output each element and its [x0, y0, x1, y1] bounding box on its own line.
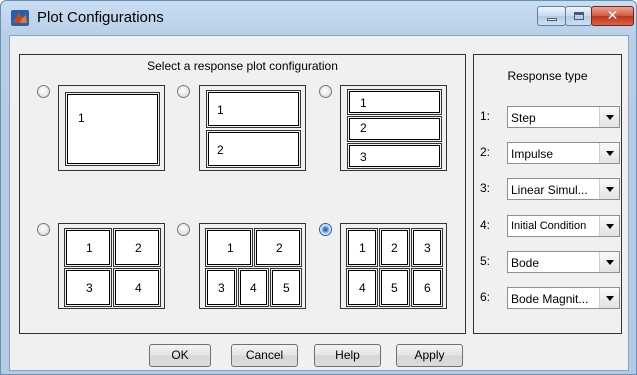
cell-label: 3	[424, 241, 431, 255]
chevron-down-icon[interactable]	[599, 288, 619, 308]
cell-label: 3	[218, 281, 225, 295]
config-radio-3[interactable]	[319, 85, 332, 98]
response-row-number: 2:	[480, 145, 491, 159]
response-select-value: Bode Magnit...	[511, 292, 589, 306]
config-radio-6[interactable]	[319, 223, 332, 236]
chevron-down-icon[interactable]	[599, 143, 619, 163]
response-select-3[interactable]: Linear Simul...	[507, 178, 620, 200]
plot-cell: 2	[115, 230, 159, 265]
plot-cell: 4	[240, 270, 267, 305]
cell-label: 1	[227, 241, 234, 255]
plot-cell: 1	[349, 91, 440, 113]
response-select-value: Bode	[511, 256, 540, 270]
plot-cell: 3	[207, 270, 235, 305]
response-select-5[interactable]: Bode	[507, 251, 620, 273]
response-row-number: 1:	[480, 109, 491, 123]
matlab-logo-icon	[11, 10, 29, 26]
plot-cell: 2	[381, 230, 408, 265]
config-preview-6[interactable]: 1 2 3 4 5 6	[340, 223, 447, 309]
config-radio-4[interactable]	[37, 223, 50, 236]
config-radio-2[interactable]	[177, 85, 190, 98]
cell-label: 4	[250, 281, 257, 295]
plot-cell: 3	[66, 270, 110, 305]
chevron-down-icon[interactable]	[599, 107, 619, 127]
response-select-value: Impulse	[511, 147, 554, 161]
configuration-panel: Select a response plot configuration 1 1…	[19, 54, 466, 334]
maximize-icon	[574, 12, 584, 20]
cell-label: 2	[360, 121, 367, 135]
cell-label: 1	[217, 103, 224, 117]
minimize-button[interactable]	[537, 6, 566, 26]
help-button[interactable]: Help	[314, 344, 381, 367]
plot-cell: 4	[115, 270, 159, 305]
response-select-value: Step	[511, 111, 536, 125]
plot-cell: 4	[348, 270, 376, 305]
response-row-number: 6:	[480, 290, 491, 304]
config-radio-1[interactable]	[37, 85, 50, 98]
close-icon: ✕	[606, 8, 619, 24]
cell-label: 2	[135, 241, 142, 255]
title-bar[interactable]: Plot Configurations ✕	[1, 1, 636, 35]
cell-label: 2	[217, 143, 224, 157]
response-select-6[interactable]: Bode Magnit...	[507, 287, 620, 309]
plot-cell: 1	[66, 230, 110, 265]
plot-cell: 3	[349, 145, 440, 167]
plot-cell: 1	[207, 230, 251, 265]
cell-label: 2	[391, 241, 398, 255]
cell-label: 2	[276, 241, 283, 255]
response-select-1[interactable]: Step	[507, 106, 620, 128]
ok-button[interactable]: OK	[149, 344, 211, 367]
chevron-down-icon[interactable]	[599, 252, 619, 272]
plot-cell: 3	[413, 230, 441, 265]
configuration-panel-title: Select a response plot configuration	[147, 59, 338, 73]
plot-cell: 2	[256, 230, 300, 265]
plot-cell: 2	[208, 132, 299, 166]
config-radio-5[interactable]	[177, 223, 190, 236]
plot-cell: 2	[349, 118, 440, 140]
window-title: Plot Configurations	[37, 9, 164, 26]
response-row-number: 4:	[480, 218, 491, 232]
maximize-button[interactable]	[565, 6, 592, 26]
cancel-button[interactable]: Cancel	[231, 344, 298, 367]
config-preview-3[interactable]: 1 2 3	[340, 85, 447, 171]
cell-label: 1	[86, 241, 93, 255]
plot-cell: 1	[67, 94, 158, 164]
plot-cell: 1	[348, 230, 376, 265]
response-type-panel: Response type 1: Step 2: Impulse 3: Line…	[473, 54, 622, 334]
cell-label: 6	[424, 281, 431, 295]
response-row-number: 3:	[480, 181, 491, 195]
chevron-down-icon[interactable]	[599, 216, 619, 236]
cell-label: 1	[359, 241, 366, 255]
config-preview-2[interactable]: 1 2	[199, 85, 306, 171]
plot-cell: 1	[208, 92, 299, 126]
response-select-4[interactable]: Initial Condition	[507, 215, 620, 237]
response-select-value: Initial Condition	[511, 220, 587, 232]
plot-cell: 6	[413, 270, 441, 305]
cell-label: 3	[86, 281, 93, 295]
cell-label: 1	[360, 96, 367, 110]
response-select-2[interactable]: Impulse	[507, 142, 620, 164]
cell-label: 4	[359, 281, 366, 295]
config-preview-4[interactable]: 1 2 3 4	[58, 223, 165, 309]
response-row-number: 5:	[480, 254, 491, 268]
cell-label: 5	[391, 281, 398, 295]
plot-configurations-window: Plot Configurations ✕ Select a response …	[0, 0, 637, 375]
response-select-value: Linear Simul...	[511, 183, 588, 197]
config-preview-1[interactable]: 1	[58, 85, 165, 171]
close-button[interactable]: ✕	[591, 6, 634, 26]
cell-label: 3	[360, 150, 367, 164]
chevron-down-icon[interactable]	[599, 179, 619, 199]
config-preview-5[interactable]: 1 2 3 4 5	[199, 223, 306, 309]
cell-label: 5	[283, 281, 290, 295]
plot-cell: 5	[272, 270, 300, 305]
cell-label: 4	[135, 281, 142, 295]
minimize-icon	[547, 18, 557, 21]
apply-button[interactable]: Apply	[396, 344, 463, 367]
cell-label: 1	[78, 111, 85, 125]
dialog-client-area: Select a response plot configuration 1 1…	[9, 35, 629, 371]
response-type-title: Response type	[507, 69, 588, 83]
plot-cell: 5	[381, 270, 408, 305]
